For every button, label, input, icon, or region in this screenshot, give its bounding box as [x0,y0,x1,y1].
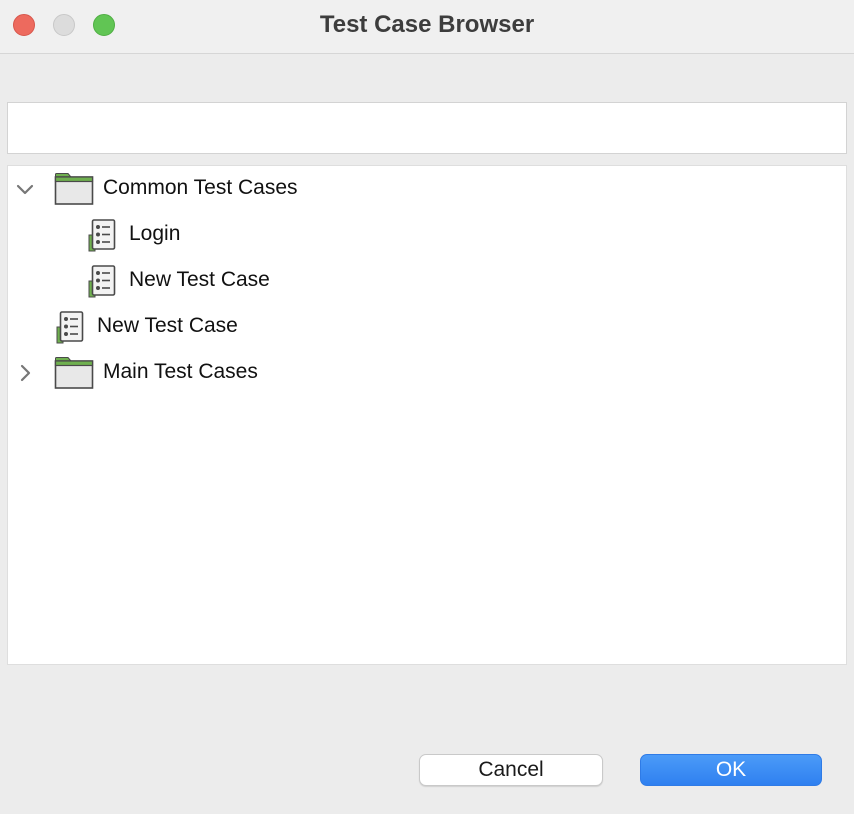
test-case-tree[interactable]: Common Test Cases Login New Test Case Ne… [7,165,847,665]
tree-item-label: New Test Case [97,314,238,337]
tree-item-label: Common Test Cases [103,176,298,199]
tree-item-common-test-cases[interactable]: Common Test Cases [8,166,846,212]
tree-item-main-test-cases[interactable]: Main Test Cases [8,350,846,396]
tree-item-new-test-case[interactable]: New Test Case [8,304,846,350]
tree-item-label: Login [129,222,181,245]
tree-item-login[interactable]: Login [8,212,846,258]
title-bar: Test Case Browser [0,0,854,54]
cancel-button[interactable]: Cancel [419,754,603,786]
test-case-icon [88,265,116,298]
folder-icon [54,357,94,389]
test-case-browser-window: Test Case Browser Common Test Cases Logi… [0,0,854,814]
tree-item-label: Main Test Cases [103,360,258,383]
tree-item-label: New Test Case [129,268,270,291]
tree-item-new-test-case-child[interactable]: New Test Case [8,258,846,304]
chevron-right-icon[interactable] [13,361,37,385]
window-title: Test Case Browser [319,11,535,38]
chevron-down-icon[interactable] [13,177,37,201]
folder-icon [54,173,94,205]
test-case-icon [88,219,116,252]
test-case-icon [56,311,84,344]
search-input[interactable] [7,102,847,154]
ok-button[interactable]: OK [640,754,822,786]
